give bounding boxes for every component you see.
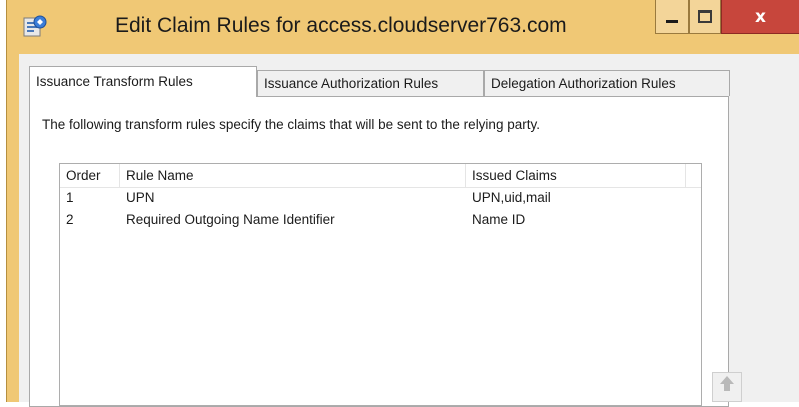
panel-description: The following transform rules specify th… <box>42 117 540 132</box>
column-header-issued-claims[interactable]: Issued Claims <box>466 164 686 187</box>
tab-panel: The following transform rules specify th… <box>29 96 729 407</box>
column-header-rule-name[interactable]: Rule Name <box>120 164 466 187</box>
arrow-up-icon <box>720 376 734 391</box>
move-up-button[interactable] <box>712 372 742 402</box>
edit-claim-rules-window: Edit Claim Rules for access.cloudserver7… <box>6 0 799 407</box>
tab-issuance-transform-rules[interactable]: Issuance Transform Rules <box>29 66 257 97</box>
tab-delegation-authorization-rules[interactable]: Delegation Authorization Rules <box>484 70 730 96</box>
row-issued-claims: UPN,uid,mail <box>472 190 551 205</box>
window-title: Edit Claim Rules for access.cloudserver7… <box>115 14 567 37</box>
maximize-icon <box>698 10 712 23</box>
column-header-order[interactable]: Order <box>60 164 120 187</box>
row-rule-name: UPN <box>126 190 155 205</box>
table-row[interactable]: 2 Required Outgoing Name Identifier Name… <box>60 210 701 232</box>
row-rule-name: Required Outgoing Name Identifier <box>126 212 335 227</box>
minimize-icon <box>666 20 678 23</box>
claims-app-icon <box>23 15 47 37</box>
title-bar[interactable]: Edit Claim Rules for access.cloudserver7… <box>7 0 799 54</box>
row-order: 2 <box>66 212 74 227</box>
minimize-button[interactable] <box>655 0 689 34</box>
row-issued-claims: Name ID <box>472 212 526 227</box>
tab-label: Issuance Transform Rules <box>36 74 193 89</box>
tab-label: Issuance Authorization Rules <box>264 76 439 91</box>
dialog-client-area: Issuance Transform Rules Issuance Author… <box>19 54 799 407</box>
tab-label: Delegation Authorization Rules <box>491 76 676 91</box>
row-order: 1 <box>66 190 74 205</box>
tab-issuance-authorization-rules[interactable]: Issuance Authorization Rules <box>257 70 484 96</box>
list-header: Order Rule Name Issued Claims <box>60 164 701 188</box>
close-button[interactable]: x <box>721 0 799 34</box>
table-row[interactable]: 1 UPN UPN,uid,mail <box>60 188 701 210</box>
rules-list[interactable]: Order Rule Name Issued Claims 1 UPN UPN,… <box>59 163 702 406</box>
maximize-button[interactable] <box>689 0 721 34</box>
close-icon: x <box>755 6 766 27</box>
